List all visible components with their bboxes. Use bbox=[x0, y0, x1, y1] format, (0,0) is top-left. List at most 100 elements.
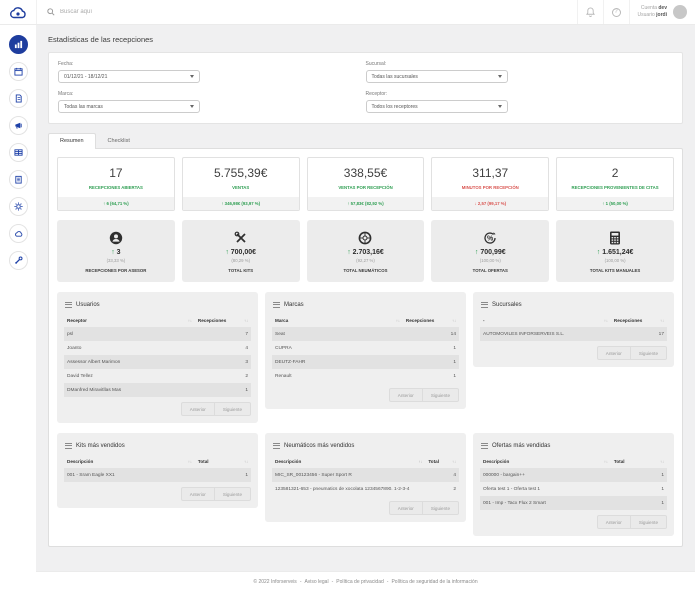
kpi-percent: (100,00 %) bbox=[559, 258, 671, 263]
filter-fecha: Fecha: 01/12/21 - 18/12/21 bbox=[58, 61, 366, 83]
next-page-button[interactable]: Siguiente bbox=[631, 346, 667, 360]
help-button[interactable]: ? bbox=[603, 0, 629, 24]
table-title: Marcas bbox=[284, 302, 304, 308]
marca-select[interactable]: Todas las marcas bbox=[58, 100, 200, 113]
sucursal-label: Sucursal: bbox=[366, 61, 674, 67]
table-row[interactable]: Renault1 bbox=[272, 369, 459, 383]
topbar: ? Cuenta dev Usuario jordi bbox=[0, 0, 695, 25]
column-header[interactable]: Receptor↑↓ bbox=[64, 315, 195, 327]
list-icon bbox=[273, 441, 280, 450]
sort-icon: ↑↓ bbox=[660, 459, 664, 464]
bell-icon bbox=[586, 7, 595, 17]
kpi-label: RECEPCIONES PROVENIENTES DE CITAS bbox=[559, 185, 671, 190]
prev-page-button[interactable]: Anterior bbox=[389, 501, 423, 515]
column-header[interactable]: Descripción↑↓ bbox=[64, 456, 195, 468]
sidebar-item-lists[interactable] bbox=[9, 170, 28, 189]
avatar[interactable] bbox=[673, 5, 687, 19]
sort-icon: ↑↓ bbox=[396, 318, 400, 323]
clipboard-icon bbox=[14, 175, 23, 184]
list-icon bbox=[65, 441, 72, 450]
sidebar-item-tools[interactable] bbox=[9, 251, 28, 270]
table-neumaticos-mas-vendidos: Neumáticos más vendidos Descripción↑↓ To… bbox=[265, 433, 466, 522]
sucursal-select[interactable]: Todas las sucursales bbox=[366, 70, 508, 83]
up-arrow-icon: ↑ bbox=[225, 249, 229, 256]
prev-page-button[interactable]: Anterior bbox=[389, 388, 423, 402]
search-input[interactable] bbox=[60, 9, 260, 15]
sidebar-item-cloud[interactable] bbox=[9, 224, 28, 243]
table-row[interactable]: 001 - Sram Eagle XX11 bbox=[64, 468, 251, 482]
sidebar-item-settings[interactable] bbox=[9, 197, 28, 216]
kpi-percent: (33,33 %) bbox=[60, 258, 172, 263]
account-menu[interactable]: Cuenta dev Usuario jordi bbox=[629, 0, 695, 24]
column-header[interactable]: Recepciones↑↓ bbox=[611, 315, 667, 327]
kpi-value: 311,37 bbox=[432, 166, 548, 180]
kpi-change: ↑ 6 (64,71 %) bbox=[58, 197, 174, 210]
prev-page-button[interactable]: Anterior bbox=[597, 346, 631, 360]
table-row[interactable]: CUPRA1 bbox=[272, 341, 459, 355]
kpi-total-neumaticos: ↑ 2.703,16€ (92,27 %) TOTAL NEUMÁTICOS bbox=[307, 220, 425, 282]
table-row[interactable]: Joanto4 bbox=[64, 341, 251, 355]
kpi-change: ↓ 2,57 (99,17 %) bbox=[432, 197, 548, 210]
table-row[interactable]: AUTOMOVILES INFORSERVEIS S.L.17 bbox=[480, 327, 667, 341]
table-row[interactable]: 001 - Imp - Tacx Flux 2 Smart1 bbox=[480, 496, 667, 510]
table-row[interactable]: Oferta test 1 - Oferta test 11 bbox=[480, 482, 667, 496]
column-header[interactable]: Recepciones↑↓ bbox=[403, 315, 459, 327]
list-icon bbox=[273, 300, 280, 309]
kpi-recepciones-abiertas: 17 RECEPCIONES ABIERTAS ↑ 6 (64,71 %) bbox=[57, 157, 175, 211]
fecha-value: 01/12/21 - 18/12/21 bbox=[64, 74, 107, 80]
column-header[interactable]: Total↑↓ bbox=[425, 456, 459, 468]
up-arrow-icon: ↑ bbox=[111, 249, 115, 256]
sidebar-item-announcements[interactable] bbox=[9, 116, 28, 135]
table-row[interactable]: Seat14 bbox=[272, 327, 459, 341]
column-header[interactable]: Total↑↓ bbox=[611, 456, 667, 468]
next-page-button[interactable]: Siguiente bbox=[215, 487, 251, 501]
receptor-value: Todos los receptores bbox=[372, 104, 418, 110]
page-title: Estadísticas de las recepciones bbox=[48, 35, 683, 44]
sidebar-item-tables[interactable] bbox=[9, 143, 28, 162]
table-row[interactable]: psl7 bbox=[64, 327, 251, 341]
sidebar-item-documents[interactable] bbox=[9, 89, 28, 108]
sort-icon: ↑↓ bbox=[244, 318, 248, 323]
next-page-button[interactable]: Siguiente bbox=[215, 402, 251, 416]
column-header[interactable]: -↑↓ bbox=[480, 315, 611, 327]
sidebar-item-statistics[interactable] bbox=[9, 35, 28, 54]
table-row[interactable]: Assessor Albert Marimon3 bbox=[64, 355, 251, 369]
table-row[interactable]: DEUTZ-FAHR1 bbox=[272, 355, 459, 369]
next-page-button[interactable]: Siguiente bbox=[631, 515, 667, 529]
tab-resumen[interactable]: Resumen bbox=[48, 133, 96, 149]
prev-page-button[interactable]: Anterior bbox=[181, 487, 215, 501]
user-icon bbox=[109, 231, 123, 245]
table-row[interactable]: DManfred Miravitllas Mas1 bbox=[64, 383, 251, 397]
prev-page-button[interactable]: Anterior bbox=[597, 515, 631, 529]
sidebar-item-calendar[interactable] bbox=[9, 62, 28, 81]
tab-checklist[interactable]: Checklist bbox=[96, 133, 142, 148]
notifications-button[interactable] bbox=[577, 0, 603, 24]
receptor-select[interactable]: Todos los receptores bbox=[366, 100, 508, 113]
list-icon bbox=[481, 441, 488, 450]
column-header[interactable]: Marca↑↓ bbox=[272, 315, 403, 327]
kpi-label: TOTAL OFERTAS bbox=[434, 268, 546, 273]
column-header[interactable]: Recepciones↑↓ bbox=[195, 315, 251, 327]
cloud-icon bbox=[14, 229, 23, 238]
app-logo[interactable] bbox=[0, 0, 36, 24]
table-row[interactable]: David Tellez2 bbox=[64, 369, 251, 383]
footer-link-aviso-legal[interactable]: Aviso legal bbox=[304, 579, 328, 585]
kpi-value: 5.755,39€ bbox=[183, 166, 299, 180]
column-header[interactable]: Descripción↑↓ bbox=[480, 456, 611, 468]
document-icon bbox=[14, 94, 23, 103]
marca-value: Todas las marcas bbox=[64, 104, 103, 110]
prev-page-button[interactable]: Anterior bbox=[181, 402, 215, 416]
next-page-button[interactable]: Siguiente bbox=[423, 388, 459, 402]
column-header[interactable]: Total↑↓ bbox=[195, 456, 251, 468]
column-header[interactable]: Descripción↑↓ bbox=[272, 456, 425, 468]
footer-link-privacidad[interactable]: Política de privacidad bbox=[336, 579, 384, 585]
sort-icon: ↑↓ bbox=[188, 459, 192, 464]
calendar-icon bbox=[14, 67, 23, 76]
fecha-select[interactable]: 01/12/21 - 18/12/21 bbox=[58, 70, 200, 83]
table-row[interactable]: 123581321-653 - pneumatics de xocolata 1… bbox=[272, 482, 459, 496]
next-page-button[interactable]: Siguiente bbox=[423, 501, 459, 515]
table-sucursales: Sucursales -↑↓ Recepciones↑↓ AUTOMOVILES… bbox=[473, 292, 674, 367]
table-row[interactable]: 000000 - bargain++1 bbox=[480, 468, 667, 482]
footer-link-seguridad[interactable]: Política de seguridad de la información bbox=[391, 579, 477, 585]
table-row[interactable]: MIC_SR_00123456 - Super Sport R4 bbox=[272, 468, 459, 482]
